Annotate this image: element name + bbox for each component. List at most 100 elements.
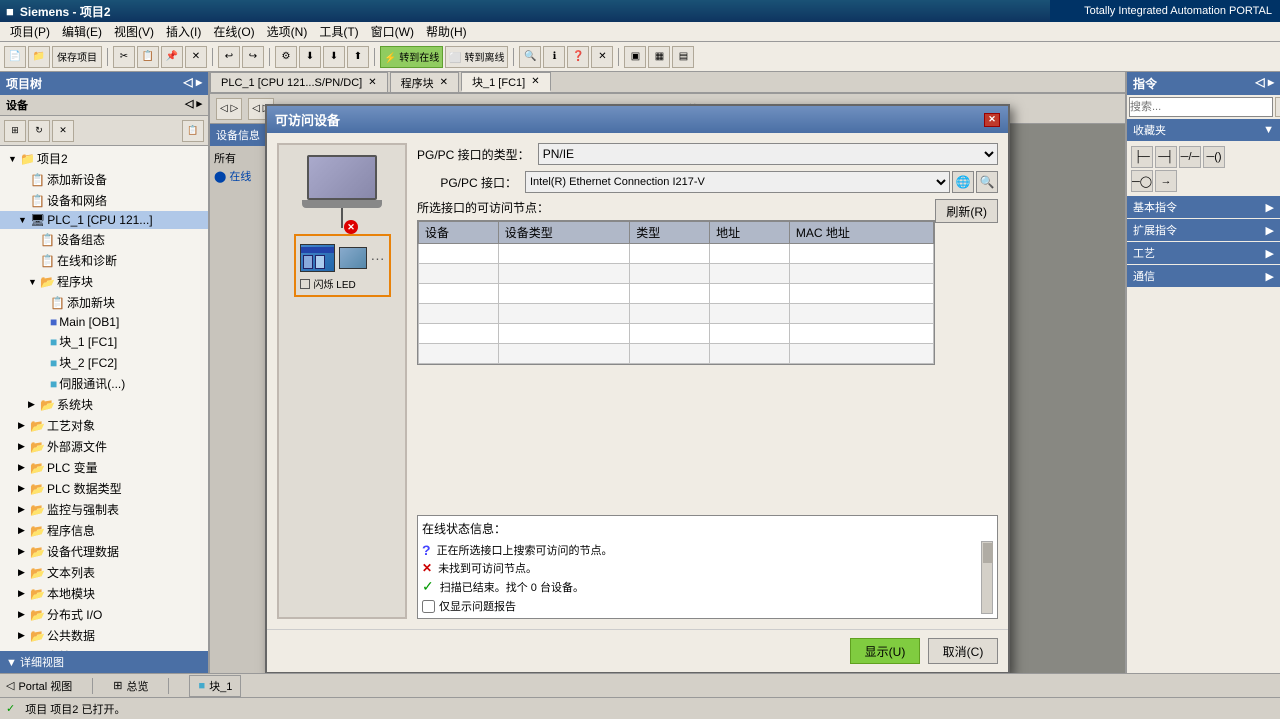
tree-item-servo[interactable]: ■ 伺服通讯(...) (0, 373, 208, 394)
tree-item-device-config[interactable]: 📋 设备组态 (0, 229, 208, 250)
toggle-btn[interactable]: ◁ ▷ (216, 98, 242, 120)
tab-block1[interactable]: 块_1 [FC1] ✕ (461, 72, 551, 92)
block-section[interactable]: ■ 块_1 (189, 675, 241, 697)
tree-item-main-ob1[interactable]: ■ Main [OB1] (0, 313, 208, 331)
tree-item-online-diag[interactable]: 📋 在线和诊断 (0, 250, 208, 271)
tree-item-devices-networks[interactable]: 📋 设备和网络 (0, 190, 208, 211)
tab-plc1[interactable]: PLC_1 [CPU 121...S/PN/DC] ✕ (210, 72, 388, 92)
tree-item-plc1[interactable]: ▼ 🖥 PLC_1 [CPU 121...] (0, 211, 208, 229)
refresh-button[interactable]: 刷新(R) (935, 199, 998, 223)
tree-item-plc-vars[interactable]: ▶ 📂 PLC 变量 (0, 457, 208, 478)
tab-block1-close[interactable]: ✕ (531, 76, 539, 87)
tree-item-block1[interactable]: ■ 块_1 [FC1] (0, 331, 208, 352)
diag-button[interactable]: ❓ (567, 46, 589, 68)
menu-tools[interactable]: 工具(T) (313, 23, 364, 40)
tree-item-textlist[interactable]: ▶ 📂 文本列表 (0, 562, 208, 583)
pgpc-type-select[interactable]: PN/IE (538, 143, 998, 165)
coil2-icon[interactable]: ─◯ (1131, 170, 1153, 192)
portal-view-section[interactable]: ◁ Portal 视图 (6, 678, 72, 694)
tree-item-add-device[interactable]: 📋 添加新设备 (0, 169, 208, 190)
menu-project[interactable]: 项目(P) (4, 23, 56, 40)
comm-label: 通信 (1133, 268, 1155, 284)
tree-btn2[interactable]: ↻ (28, 120, 50, 142)
delete-button[interactable]: ✕ (185, 46, 207, 68)
flash-led-checkbox[interactable] (300, 279, 310, 289)
tree-item-plc-datatypes[interactable]: ▶ 📂 PLC 数据类型 (0, 478, 208, 499)
go-offline-button[interactable]: ⬜ 转到离线 (445, 46, 508, 68)
redo-button[interactable]: ↪ (242, 46, 264, 68)
menu-edit[interactable]: 编辑(E) (56, 23, 108, 40)
show-problems-checkbox[interactable] (422, 600, 435, 613)
technology-header[interactable]: 工艺 ▶ (1127, 242, 1280, 264)
instructions-search-input[interactable] (1129, 97, 1273, 117)
go-online-button[interactable]: ⚡ 转到在线 (380, 46, 443, 68)
tab-program-blocks[interactable]: 程序块 ✕ (390, 72, 459, 92)
download2-button[interactable]: ⬇ (323, 46, 345, 68)
compile-button[interactable]: ⚙ (275, 46, 297, 68)
detail-view[interactable]: ▼ 详细视图 (0, 651, 208, 673)
dialog-close-button[interactable]: ✕ (984, 113, 1000, 127)
new-project-button[interactable]: 📄 (4, 46, 26, 68)
view-list-button[interactable]: ▤ (1275, 97, 1280, 117)
search-button[interactable]: 🔍 (519, 46, 541, 68)
move-icon[interactable]: → (1155, 170, 1177, 192)
tree-item-project[interactable]: ▼ 📁 项目2 (0, 148, 208, 169)
tree-item-program-blocks[interactable]: ▼ 📂 程序块 (0, 271, 208, 292)
menu-view[interactable]: 视图(V) (108, 23, 160, 40)
hline-no-icon[interactable]: ─/─ (1179, 146, 1201, 168)
tree-btn4[interactable]: 📋 (182, 120, 204, 142)
cut-button[interactable]: ✂ (113, 46, 135, 68)
menu-window[interactable]: 窗口(W) (365, 23, 420, 40)
menu-insert[interactable]: 插入(I) (160, 23, 207, 40)
upload-button[interactable]: ⬆ (347, 46, 369, 68)
tree-btn3[interactable]: ✕ (52, 120, 74, 142)
cancel-button[interactable]: 取消(C) (928, 638, 998, 664)
close2-button[interactable]: ✕ (591, 46, 613, 68)
tab-block1-label: 块_1 [FC1] (472, 74, 525, 90)
tab-program-blocks-close[interactable]: ✕ (440, 77, 448, 88)
tree-item-monitor[interactable]: ▶ 📂 监控与强制表 (0, 499, 208, 520)
tree-item-add-block[interactable]: 📋 添加新块 (0, 292, 208, 313)
paste-button[interactable]: 📌 (161, 46, 183, 68)
menu-help[interactable]: 帮助(H) (420, 23, 473, 40)
tree-btn1[interactable]: ⊞ (4, 120, 26, 142)
tree-item-dist-io[interactable]: ▶ 📂 分布式 I/O (0, 604, 208, 625)
tree-item-system-blocks[interactable]: ▶ 📂 系统块 (0, 394, 208, 415)
total-section[interactable]: ⊞ 总览 (113, 678, 148, 694)
tree-item-tech-objects[interactable]: ▶ 📂 工艺对象 (0, 415, 208, 436)
save-button[interactable]: 保存项目 (52, 46, 102, 68)
display-button[interactable]: 显示(U) (850, 638, 920, 664)
interface-search-btn[interactable]: 🔍 (976, 171, 998, 193)
basic-instructions-header[interactable]: 基本指令 ▶ (1127, 196, 1280, 218)
communication-header[interactable]: 通信 ▶ (1127, 265, 1280, 287)
pgpc-interface-wrapper: Intel(R) Ethernet Connection I217-V 🌐 🔍 (525, 171, 998, 193)
favorites-section-header[interactable]: 收藏夹 ▼ (1127, 119, 1280, 141)
view3-button[interactable]: ▤ (672, 46, 694, 68)
download-button[interactable]: ⬇ (299, 46, 321, 68)
tree-item-prog-info[interactable]: ▶ 📂 程序信息 (0, 520, 208, 541)
undo-button[interactable]: ↩ (218, 46, 240, 68)
menu-online[interactable]: 在线(O) (207, 23, 260, 40)
laptop-base (302, 200, 382, 208)
copy-button[interactable]: 📋 (137, 46, 159, 68)
view2-button[interactable]: ▦ (648, 46, 670, 68)
extended-instructions-header[interactable]: 扩展指令 ▶ (1127, 219, 1280, 241)
tree-label-diag: 在线和诊断 (57, 252, 117, 269)
tree-item-ext-src[interactable]: ▶ 📂 外部源文件 (0, 436, 208, 457)
menu-options[interactable]: 选项(N) (261, 23, 314, 40)
tree-item-block2[interactable]: ■ 块_2 [FC2] (0, 352, 208, 373)
tree-item-local-modules[interactable]: ▶ 📂 本地模块 (0, 583, 208, 604)
pgpc-interface-select[interactable]: Intel(R) Ethernet Connection I217-V (525, 171, 950, 193)
tree-item-proxy[interactable]: ▶ 📂 设备代理数据 (0, 541, 208, 562)
tree-item-common-data[interactable]: ▶ 📂 公共数据 (0, 625, 208, 646)
tab-plc1-close[interactable]: ✕ (368, 77, 376, 88)
coil-icon[interactable]: ─() (1203, 146, 1225, 168)
accessible-dialog: 可访问设备 ✕ (265, 104, 1010, 673)
tree-label-cd: 公共数据 (47, 627, 95, 644)
open-button[interactable]: 📁 (28, 46, 50, 68)
hline-close-icon[interactable]: ─┤ (1155, 146, 1177, 168)
hline-open-icon[interactable]: ├─ (1131, 146, 1153, 168)
interface-refresh-btn[interactable]: 🌐 (952, 171, 974, 193)
info-button[interactable]: ℹ (543, 46, 565, 68)
view1-button[interactable]: ▣ (624, 46, 646, 68)
